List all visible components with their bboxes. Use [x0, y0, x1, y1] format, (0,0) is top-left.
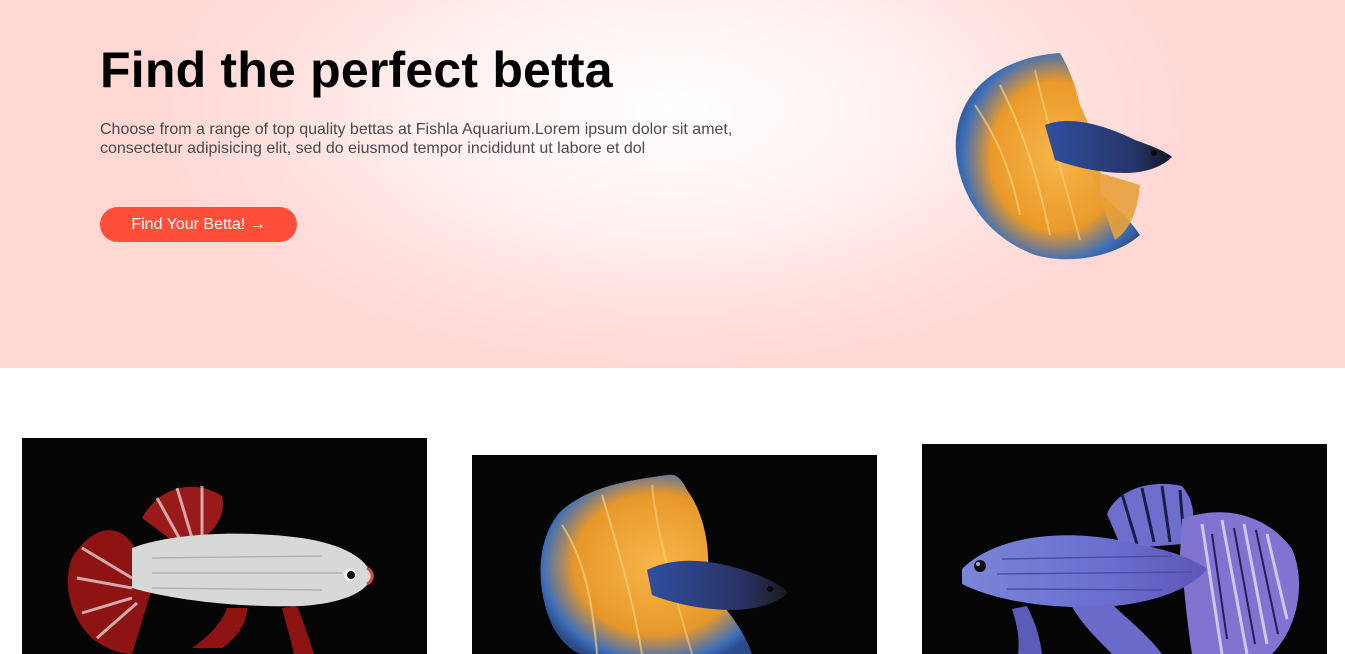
- hero-description: Choose from a range of top quality betta…: [100, 120, 740, 158]
- white-red-betta-fish-image: [22, 438, 427, 654]
- hero-title: Find the perfect betta: [100, 42, 613, 98]
- hero-betta-fish-image: [955, 53, 1172, 260]
- hero-description-line-2: consectetur adipisicing elit, sed do eiu…: [100, 140, 646, 157]
- product-card-white-red-betta[interactable]: [22, 438, 427, 654]
- product-card-orange-blue-betta[interactable]: [472, 455, 877, 654]
- hero-description-line-1: Choose from a range of top quality betta…: [100, 121, 733, 138]
- product-card-blue-purple-betta[interactable]: [922, 444, 1327, 654]
- orange-blue-betta-fish-image: [472, 455, 877, 654]
- find-your-betta-button[interactable]: Find Your Betta! →: [100, 207, 297, 242]
- blue-purple-betta-fish-image: [922, 444, 1327, 654]
- hero-section: Find the perfect betta Choose from a ran…: [0, 0, 1345, 368]
